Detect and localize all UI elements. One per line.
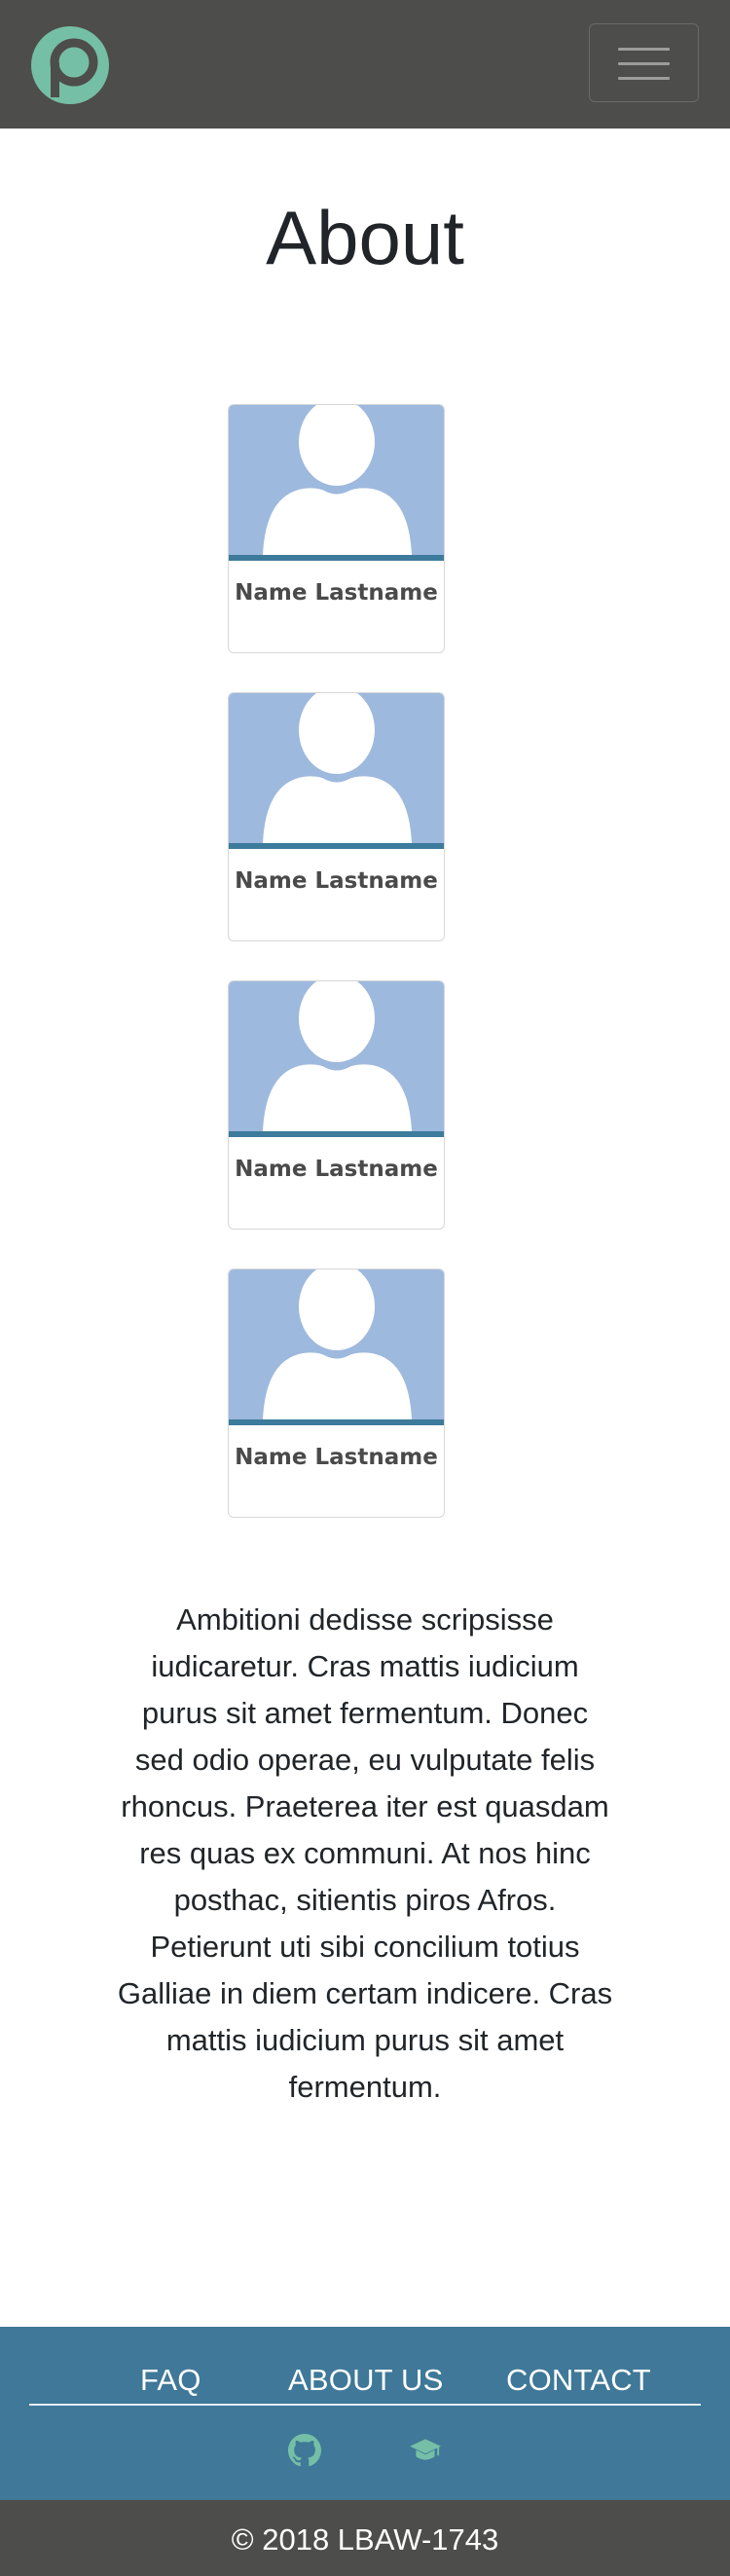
footer-link-faq[interactable]: FAQ: [140, 2363, 201, 2398]
person-silhouette-icon: [263, 981, 412, 1131]
about-description: Ambitioni dedisse scripsisse iudicaretur…: [117, 1602, 613, 2104]
footer: FAQ ABOUT US CONTACT: [0, 2327, 730, 2500]
person-silhouette-icon: [263, 693, 412, 843]
graduation-cap-icon[interactable]: [409, 2434, 442, 2467]
p-logo-icon[interactable]: [30, 25, 110, 105]
card-divider: [229, 1419, 444, 1425]
avatar: [229, 1270, 444, 1419]
person-silhouette-icon: [263, 405, 412, 555]
person-silhouette-icon: [263, 1270, 412, 1419]
page-title: About: [266, 195, 464, 280]
navbar: [0, 0, 730, 129]
card-divider: [229, 555, 444, 561]
avatar: [229, 405, 444, 555]
hamburger-icon: [618, 77, 670, 80]
card-divider: [229, 843, 444, 849]
member-name: Name Lastname: [235, 580, 438, 606]
footer-link-about-us[interactable]: ABOUT US: [288, 2363, 444, 2398]
team-member-card[interactable]: Name Lastname: [228, 404, 445, 653]
hamburger-icon: [618, 62, 670, 65]
avatar: [229, 693, 444, 843]
member-name: Name Lastname: [235, 1445, 438, 1470]
team-member-card[interactable]: Name Lastname: [228, 1269, 445, 1518]
member-name: Name Lastname: [235, 1157, 438, 1182]
copyright-bar: © 2018 LBAW-1743: [0, 2500, 730, 2576]
member-name: Name Lastname: [235, 868, 438, 894]
card-divider: [229, 1131, 444, 1137]
team-member-card[interactable]: Name Lastname: [228, 980, 445, 1230]
menu-toggle-button[interactable]: [589, 23, 699, 102]
github-icon[interactable]: [288, 2434, 321, 2467]
avatar: [229, 981, 444, 1131]
footer-link-contact[interactable]: CONTACT: [506, 2363, 651, 2398]
hamburger-icon: [618, 48, 670, 51]
footer-divider: [29, 2404, 701, 2406]
team-member-card[interactable]: Name Lastname: [228, 692, 445, 941]
